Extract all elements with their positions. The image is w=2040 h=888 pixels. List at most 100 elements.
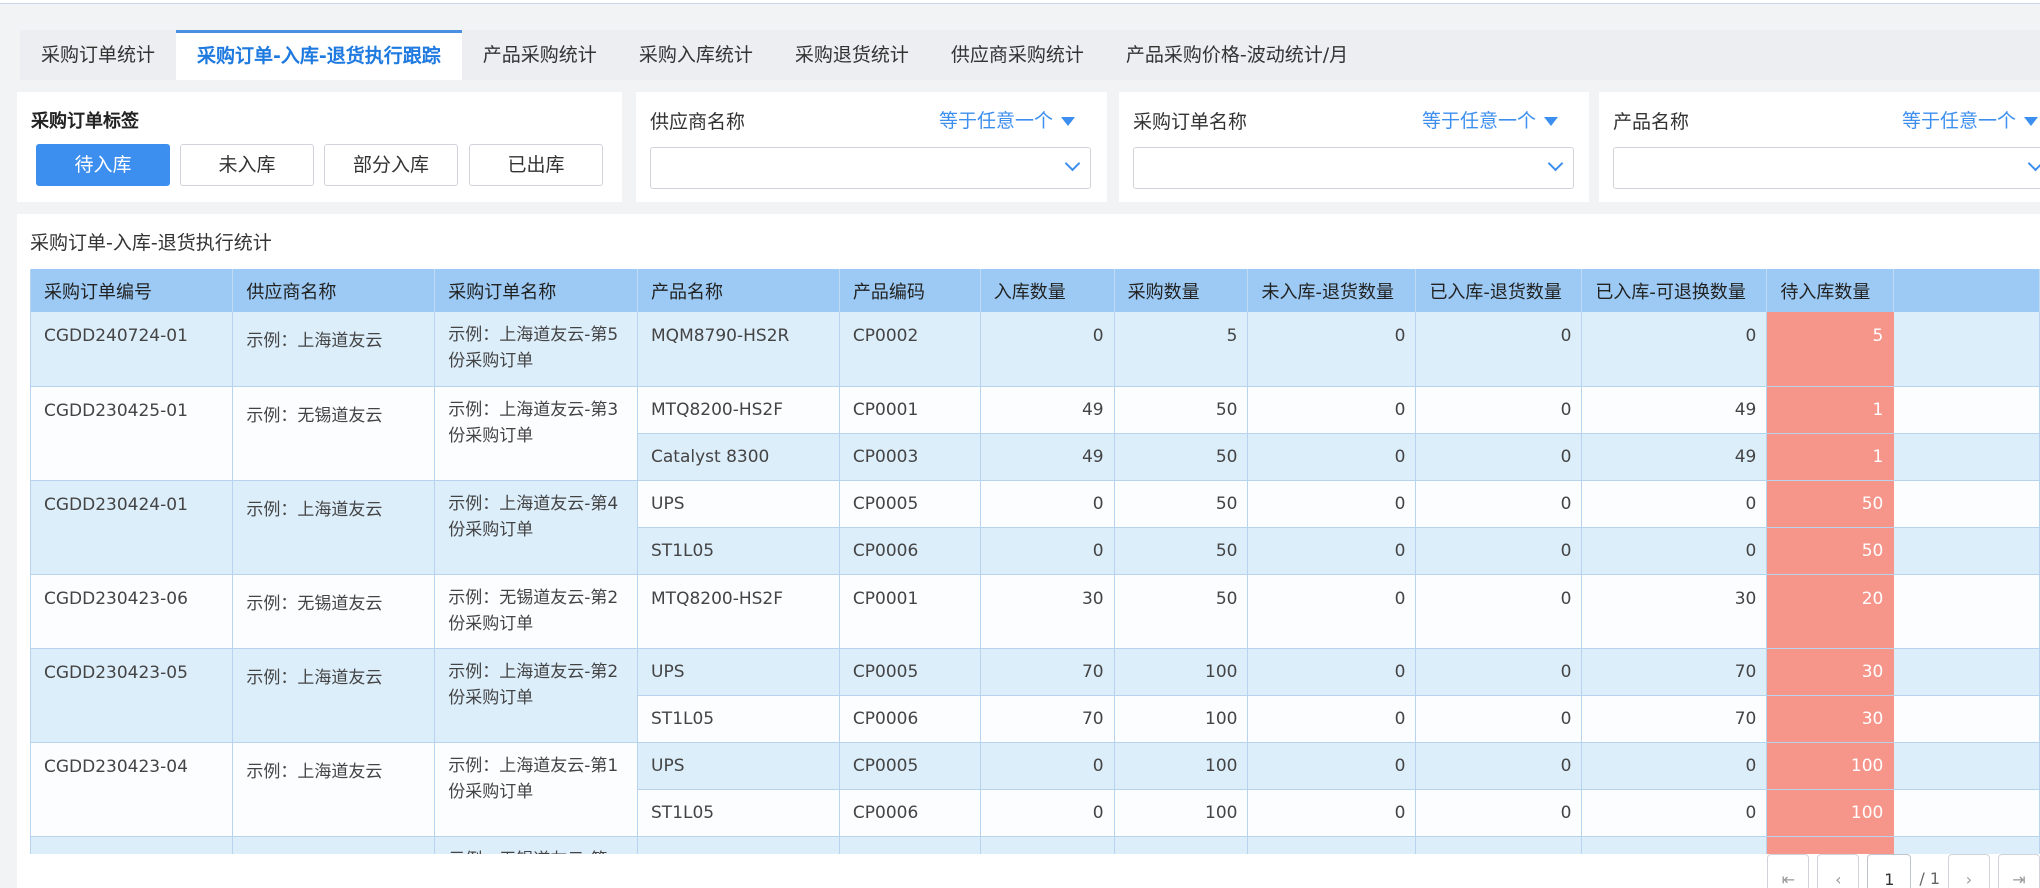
- cell-in-exchangeable: 70: [1581, 648, 1768, 696]
- column-header-9[interactable]: 已入库-可退换数量: [1581, 269, 1768, 312]
- table-row[interactable]: CGDD230423-05 示例：上海道友云 示例：上海道友云-第2份采购订单 UPS…: [31, 648, 2040, 743]
- column-header-4[interactable]: 产品编码: [839, 269, 981, 312]
- table-row[interactable]: CGDD240724-01 示例：上海道友云 示例：上海道友云-第5份采购订单 MQM…: [31, 312, 2040, 387]
- column-header-0[interactable]: 采购订单编号: [31, 269, 234, 312]
- cell-pending: [1766, 836, 1895, 854]
- cell-code: CP0006: [839, 695, 981, 743]
- cell-in-return: 0: [1415, 695, 1583, 743]
- supplier-filter-card: 供应商名称 等于任意一个: [636, 92, 1107, 202]
- column-header-3[interactable]: 产品名称: [637, 269, 840, 312]
- cell-pending: 30: [1766, 648, 1895, 696]
- tag-option-0[interactable]: 待入库: [36, 144, 170, 186]
- cell-code: CP0006: [839, 527, 981, 575]
- order-name-select[interactable]: [1133, 147, 1574, 189]
- cell-pending: 1: [1766, 433, 1895, 481]
- tab-0[interactable]: 采购订单统计: [20, 30, 176, 80]
- caret-down-icon: [1544, 117, 1559, 126]
- cell-in-qty: [980, 836, 1115, 854]
- cell-in-exchangeable: 49: [1581, 386, 1768, 434]
- cell-pending: 1: [1766, 386, 1895, 434]
- cell-not-in-return: 0: [1247, 789, 1417, 837]
- tag-option-1[interactable]: 未入库: [180, 144, 314, 186]
- chevron-down-icon: [1547, 155, 1564, 172]
- cell-code: CP0003: [839, 433, 981, 481]
- product-select[interactable]: [1613, 147, 2040, 189]
- cell-supplier: 示例：无锡道友云: [232, 574, 436, 649]
- column-header-6[interactable]: 采购数量: [1114, 269, 1249, 312]
- cell-filler: [1893, 836, 2040, 854]
- cell-product: UPS: [637, 480, 840, 528]
- cell-filler: [1893, 574, 2040, 649]
- table-row[interactable]: CGDD230423-06 示例：无锡道友云 示例：无锡道友云-第2份采购订单 MTQ…: [31, 574, 2040, 649]
- cell-not-in-return: 0: [1247, 433, 1417, 481]
- prev-page-button[interactable]: ‹: [1817, 854, 1860, 888]
- table-row[interactable]: CGDD230423-04 示例：上海道友云 示例：上海道友云-第1份采购订单 UPS…: [31, 742, 2040, 837]
- cell-code: CP0001: [839, 574, 981, 649]
- supplier-select[interactable]: [650, 147, 1091, 189]
- order-name-filter-operator[interactable]: 等于任意一个: [1422, 106, 1559, 133]
- first-page-button[interactable]: ⇤: [1767, 854, 1810, 888]
- column-header-1[interactable]: 供应商名称: [232, 269, 436, 312]
- supplier-filter-operator[interactable]: 等于任意一个: [939, 106, 1076, 133]
- cell-order-no: [31, 836, 234, 854]
- cell-in-exchangeable: 0: [1581, 480, 1768, 528]
- last-page-button[interactable]: ⇥: [1998, 854, 2040, 888]
- cell-in-exchangeable: [1581, 836, 1768, 854]
- tab-2[interactable]: 产品采购统计: [462, 30, 618, 80]
- cell-pending: 20: [1766, 574, 1895, 649]
- filter-bar: 采购订单标签 待入库 未入库 部分入库 已出库 供应商名称 等于任意一个 采购订单名称…: [17, 92, 2040, 202]
- table-row[interactable]: CGDD230425-01 示例：无锡道友云 示例：上海道友云-第3份采购订单 MTQ…: [31, 386, 2040, 481]
- cell-in-qty: 30: [980, 574, 1115, 649]
- caret-down-icon: [1061, 117, 1076, 126]
- cell-in-exchangeable: 49: [1581, 433, 1768, 481]
- table-row[interactable]: CGDD230424-01 示例：上海道友云 示例：上海道友云-第4份采购订单 UPS…: [31, 480, 2040, 575]
- product-filter-label: 产品名称: [1613, 111, 1690, 133]
- next-page-button[interactable]: ›: [1948, 854, 1990, 888]
- pagination: ⇤ ‹ 1 / 1 › ⇥: [1767, 854, 2040, 888]
- tab-4[interactable]: 采购退货统计: [774, 30, 930, 80]
- product-filter-operator[interactable]: 等于任意一个: [1902, 106, 2039, 133]
- tag-option-2[interactable]: 部分入库: [324, 144, 458, 186]
- cell-in-qty: 0: [980, 742, 1115, 790]
- tab-1[interactable]: 采购订单-入库-退货执行跟踪: [176, 30, 462, 80]
- cell-product: MTQ8200-HS2F: [637, 574, 840, 649]
- supplier-filter-label: 供应商名称: [650, 111, 746, 133]
- chevron-down-icon: [2027, 155, 2040, 172]
- table-row[interactable]: 示例：无锡道友云示例：无锡道友云-第: [31, 836, 2040, 854]
- cell-in-exchangeable: 70: [1581, 695, 1768, 743]
- column-header-2[interactable]: 采购订单名称: [434, 269, 639, 312]
- cell-order-no: CGDD230423-04: [31, 742, 234, 837]
- cell-product: ST1L05: [637, 695, 840, 743]
- cell-code: CP0002: [839, 312, 981, 387]
- cell-not-in-return: 0: [1247, 312, 1417, 387]
- column-header-8[interactable]: 已入库-退货数量: [1415, 269, 1583, 312]
- cell-order-name: 示例：上海道友云-第1份采购订单: [434, 742, 639, 837]
- cell-product: ST1L05: [637, 527, 840, 575]
- order-name-filter-label: 采购订单名称: [1133, 111, 1248, 133]
- page-number-input[interactable]: 1: [1867, 854, 1912, 888]
- cell-not-in-return: [1247, 836, 1417, 854]
- tab-6[interactable]: 产品采购价格-波动统计/月: [1105, 30, 1369, 80]
- cell-in-exchangeable: 0: [1581, 312, 1768, 387]
- cell-in-qty: 70: [980, 648, 1115, 696]
- tab-3[interactable]: 采购入库统计: [618, 30, 774, 80]
- cell-order-no: CGDD230425-01: [31, 386, 234, 481]
- panel-title: 采购订单-入库-退货执行统计: [30, 232, 272, 254]
- column-header-10[interactable]: 待入库数量: [1766, 269, 1895, 312]
- cell-filler: [1893, 648, 2040, 696]
- column-header-7[interactable]: 未入库-退货数量: [1247, 269, 1417, 312]
- cell-pending: 50: [1766, 480, 1895, 528]
- cell-supplier: 示例：无锡道友云: [232, 836, 436, 854]
- cell-code: CP0005: [839, 648, 981, 696]
- cell-in-qty: 70: [980, 695, 1115, 743]
- cell-filler: [1893, 695, 2040, 743]
- cell-code: CP0001: [839, 386, 981, 434]
- tab-5[interactable]: 供应商采购统计: [930, 30, 1105, 80]
- cell-code: [839, 836, 981, 854]
- cell-purchase-qty: 50: [1114, 527, 1249, 575]
- column-header-filler: [1893, 269, 2040, 312]
- tag-option-3[interactable]: 已出库: [469, 144, 603, 186]
- cell-in-exchangeable: 0: [1581, 527, 1768, 575]
- column-header-5[interactable]: 入库数量: [980, 269, 1115, 312]
- cell-product: UPS: [637, 648, 840, 696]
